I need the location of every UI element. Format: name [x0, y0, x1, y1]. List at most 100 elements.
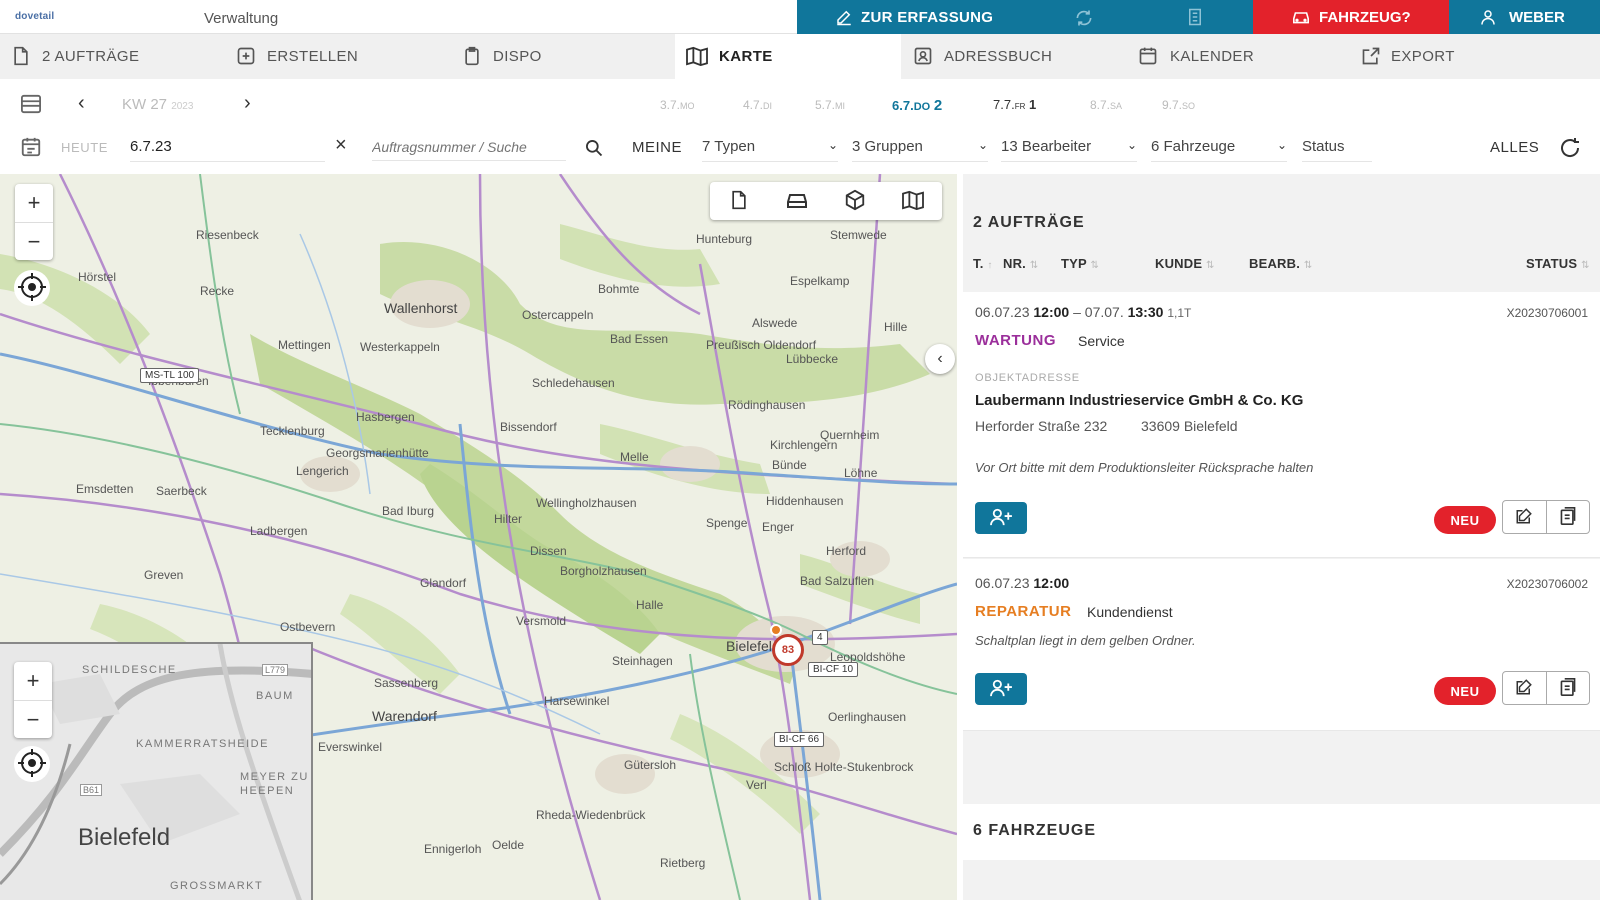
week-number: KW 27 2023	[122, 96, 193, 113]
column-header-typ[interactable]: TYP ⇅	[1061, 256, 1099, 271]
gruppen-select[interactable]: 3 Gruppen ⌄	[852, 138, 988, 162]
map-label: Bad Iburg	[382, 504, 435, 518]
order-card[interactable]: 06.07.23 12:00 – 07.07. 13:30 1,1T X2023…	[963, 292, 1600, 558]
fahrzeuge-select[interactable]: 6 Fahrzeuge ⌄	[1151, 138, 1287, 162]
zoom-out-button[interactable]: −	[15, 222, 53, 260]
fahrzeug-button[interactable]: FAHRZEUG?	[1253, 0, 1449, 34]
assign-user-button[interactable]	[975, 502, 1027, 534]
typen-select[interactable]: 7 Typen ⌄	[702, 138, 838, 162]
add-user-icon	[989, 507, 1013, 530]
tab-dispo[interactable]: DISPO	[449, 34, 675, 79]
calendar-grid-icon[interactable]	[20, 94, 42, 117]
edit-button[interactable]	[1503, 501, 1546, 533]
column-label: STATUS	[1526, 256, 1578, 271]
column-label: TYP	[1061, 256, 1087, 271]
column-header-t[interactable]: T. ↑	[973, 256, 993, 271]
top-bar-left: dovetail Verwaltung	[0, 0, 797, 34]
calendar-today-icon[interactable]	[20, 136, 42, 161]
layer-vehicles-button[interactable]	[768, 182, 826, 220]
zoom-in-button[interactable]: +	[15, 184, 53, 222]
day-di[interactable]: 4.7.DI	[743, 98, 772, 112]
tab-auftraege[interactable]: 2 AUFTRÄGE	[0, 34, 226, 79]
map-label: Preußisch Oldendorf	[706, 338, 817, 352]
column-header-kunde[interactable]: KUNDE ⇅	[1155, 256, 1215, 271]
map-label: Melle	[620, 450, 649, 464]
day-mi[interactable]: 5.7.MI	[815, 98, 845, 112]
locate-button[interactable]	[14, 270, 50, 306]
order-marker-dot[interactable]	[770, 624, 782, 636]
column-header-status[interactable]: STATUS ⇅	[1526, 256, 1590, 271]
order-subtype: Service	[1078, 333, 1125, 349]
bearbeiter-select[interactable]: 13 Bearbeiter ⌄	[1001, 138, 1137, 162]
order-number: X20230706002	[1506, 577, 1588, 591]
tab-export[interactable]: EXPORT	[1353, 34, 1600, 79]
user-menu-button[interactable]: WEBER	[1449, 0, 1600, 34]
date-field[interactable]: 6.7.23	[130, 138, 325, 162]
vehicle-plate[interactable]: BI-CF 66	[774, 732, 825, 747]
previous-week-button[interactable]: ‹	[78, 92, 85, 115]
select-value: 7 Typen	[702, 138, 756, 155]
vehicle-plate[interactable]: MS-TL 100	[140, 368, 200, 383]
map-label: Warendorf	[372, 708, 437, 724]
tab-erstellen[interactable]: ERSTELLEN	[226, 34, 449, 79]
select-value: Status	[1302, 138, 1345, 155]
search-input[interactable]	[372, 139, 566, 161]
map-label: Stemwede	[830, 228, 887, 242]
refresh-icon[interactable]	[1558, 136, 1582, 163]
mini-zoom-out-button[interactable]: −	[14, 700, 52, 738]
vehicles-section: 6 FAHRZEUGE	[963, 804, 1600, 860]
map-label: Mettingen	[278, 338, 331, 352]
tab-kalender[interactable]: KALENDER	[1127, 34, 1353, 79]
layer-orders-button[interactable]	[710, 182, 768, 220]
day-so[interactable]: 9.7.SO	[1162, 98, 1195, 112]
document-icon[interactable]	[1187, 8, 1203, 29]
column-label: KUNDE	[1155, 256, 1203, 271]
layer-map-button[interactable]	[884, 182, 942, 220]
today-button[interactable]: HEUTE	[61, 140, 108, 155]
order-card[interactable]: 06.07.23 12:00 X20230706002 REPARATUR Ku…	[963, 559, 1600, 731]
map-view[interactable]: + − ‹ Lengerich Wallenhorst Ostercappeln…	[0, 174, 957, 900]
sort-icon: ⇅	[1581, 260, 1590, 271]
tab-adressbuch[interactable]: ADRESSBUCH	[901, 34, 1127, 79]
collapse-panel-button[interactable]: ‹	[925, 344, 955, 374]
select-value: 3 Gruppen	[852, 138, 923, 155]
layer-objects-button[interactable]	[826, 182, 884, 220]
erfassung-button[interactable]: ZUR ERFASSUNG	[797, 0, 1253, 34]
edit-button[interactable]	[1503, 672, 1546, 704]
meine-toggle[interactable]: MEINE	[632, 139, 682, 156]
tab-karte[interactable]: KARTE	[675, 34, 901, 79]
mini-locate-button[interactable]	[14, 746, 50, 782]
vehicle-plate[interactable]: 4	[812, 630, 828, 645]
column-header-bearb[interactable]: BEARB. ⇅	[1249, 256, 1312, 271]
day-mo[interactable]: 3.7.MO	[660, 98, 695, 112]
file-icon	[12, 46, 30, 70]
copy-button[interactable]	[1545, 672, 1590, 704]
map-label: Lengerich	[296, 464, 349, 478]
next-week-button[interactable]: ›	[244, 92, 251, 115]
order-cluster-marker[interactable]: 83	[772, 634, 804, 666]
day-sa[interactable]: 8.7.SA	[1090, 98, 1122, 112]
map-label: Versmold	[516, 614, 567, 628]
map-label: Hunteburg	[696, 232, 753, 246]
edit-icon	[1515, 507, 1533, 528]
chevron-left-icon: ‹	[937, 350, 943, 367]
assign-user-button[interactable]	[975, 673, 1027, 705]
order-number: X20230706001	[1506, 306, 1588, 320]
day-fr[interactable]: 7.7.FR 1	[993, 97, 1036, 112]
mini-map[interactable]: + − SCHILDESCHE BAUM KAMMERRATSHEIDE MEY…	[0, 642, 313, 900]
clear-date-icon[interactable]: ×	[335, 134, 347, 157]
search-icon[interactable]	[584, 138, 604, 161]
column-header-nr[interactable]: NR. ⇅	[1003, 256, 1038, 271]
copy-button[interactable]	[1545, 501, 1590, 533]
customer-name[interactable]: Laubermann Industrieservice GmbH & Co. K…	[975, 392, 1303, 409]
day-weekday: DO	[913, 101, 931, 113]
sync-icon[interactable]	[1073, 8, 1095, 31]
day-do[interactable]: 6.7.DO 2	[892, 97, 942, 114]
alles-button[interactable]: ALLES	[1490, 139, 1539, 156]
vehicle-plate[interactable]: BI-CF 10	[808, 662, 859, 677]
app-logo: dovetail	[15, 11, 55, 22]
mini-zoom-in-button[interactable]: +	[14, 662, 52, 700]
map-label: Recke	[200, 284, 235, 298]
select-value: 6 Fahrzeuge	[1151, 138, 1236, 155]
status-select[interactable]: Status	[1302, 138, 1372, 162]
